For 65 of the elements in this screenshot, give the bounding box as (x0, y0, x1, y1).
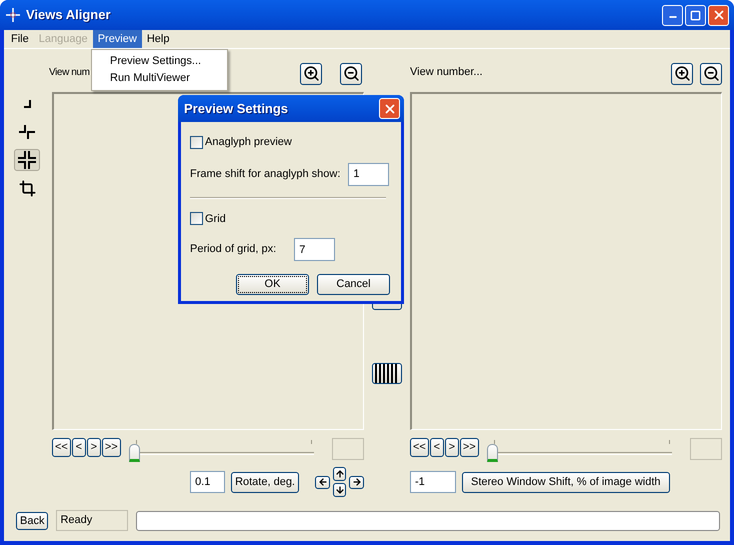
zoom-in-button[interactable] (300, 62, 322, 84)
zoom-out-button[interactable] (340, 62, 362, 84)
corners-icon (18, 124, 36, 140)
arrow-right-icon (352, 477, 362, 487)
move-left-button[interactable] (315, 476, 330, 488)
zoom-in-button[interactable] (671, 62, 693, 84)
checkbox-label: Grid (205, 212, 226, 226)
nav-button[interactable]: << (52, 438, 71, 457)
frame-slider[interactable] (128, 438, 314, 462)
frame-slider[interactable] (486, 438, 672, 462)
nav-button[interactable]: > (444, 438, 459, 457)
rotate-angle-input[interactable]: 0.1 (190, 471, 226, 493)
zoom-out-button[interactable] (700, 62, 722, 84)
back-button[interactable]: Back (16, 512, 48, 530)
move-up-button[interactable] (333, 467, 346, 481)
nav-button[interactable]: < (72, 438, 86, 457)
nav-button[interactable]: < (430, 438, 444, 457)
nav-button[interactable]: >> (460, 438, 479, 457)
ok-button[interactable]: OK (236, 274, 309, 295)
maximize-button[interactable] (685, 4, 706, 26)
crop-icon (18, 180, 36, 196)
menu-item[interactable]: Help (142, 30, 174, 48)
menu-item[interactable]: Preview (92, 30, 142, 48)
checkbox[interactable] (190, 212, 203, 226)
stripes-button[interactable] (372, 363, 402, 384)
move-down-button[interactable] (333, 483, 346, 497)
window-title: Views Aligner (26, 6, 111, 24)
view-label: View num (49, 66, 90, 80)
frame-shift-label: Frame shift for anaglyph show: (190, 166, 340, 182)
arrow-down-icon (334, 485, 344, 495)
nav-button[interactable]: >> (102, 438, 121, 457)
view-label: View number... (410, 65, 483, 80)
grid-period-label: Period of grid, px: (190, 242, 276, 258)
cancel-button[interactable]: Cancel (317, 274, 390, 295)
arrow-left-icon (318, 477, 328, 487)
status-text: Ready (56, 510, 128, 531)
dialog-title: Preview Settings (184, 100, 288, 118)
menu-entry[interactable]: Preview Settings... (92, 53, 227, 70)
grid-period-input[interactable]: 7 (294, 238, 336, 261)
checkbox[interactable] (190, 136, 203, 149)
nav-button[interactable]: << (410, 438, 429, 457)
menu-entry[interactable]: Run MultiViewer (92, 70, 227, 87)
menu-item[interactable]: File (6, 30, 34, 48)
close-icon (712, 8, 726, 22)
rotate-button[interactable]: Rotate, deg. (231, 472, 299, 492)
checkbox-label: Anaglyph preview (205, 135, 292, 150)
slider-thumb[interactable] (486, 444, 498, 462)
corner-icon (22, 99, 32, 109)
slider-thumb[interactable] (128, 444, 140, 462)
crosshair-icon (6, 8, 20, 22)
maximize-icon (690, 10, 701, 20)
tool-button[interactable] (14, 149, 40, 171)
frame-shift-input[interactable]: 1 (348, 162, 390, 186)
arrow-up-icon (334, 469, 344, 479)
frame-number-box (332, 438, 364, 460)
close-icon (382, 102, 396, 116)
stereo-shift-button[interactable]: Stereo Window Shift, % of image width (462, 472, 670, 492)
move-right-button[interactable] (349, 476, 364, 488)
nav-button[interactable]: > (86, 438, 101, 457)
stereo-shift-input[interactable]: -1 (410, 471, 456, 493)
close-button[interactable] (708, 4, 729, 26)
four-corners-icon (17, 150, 37, 170)
minimize-button[interactable] (662, 4, 683, 26)
frame-number-box (690, 438, 722, 460)
close-button[interactable] (379, 98, 400, 119)
